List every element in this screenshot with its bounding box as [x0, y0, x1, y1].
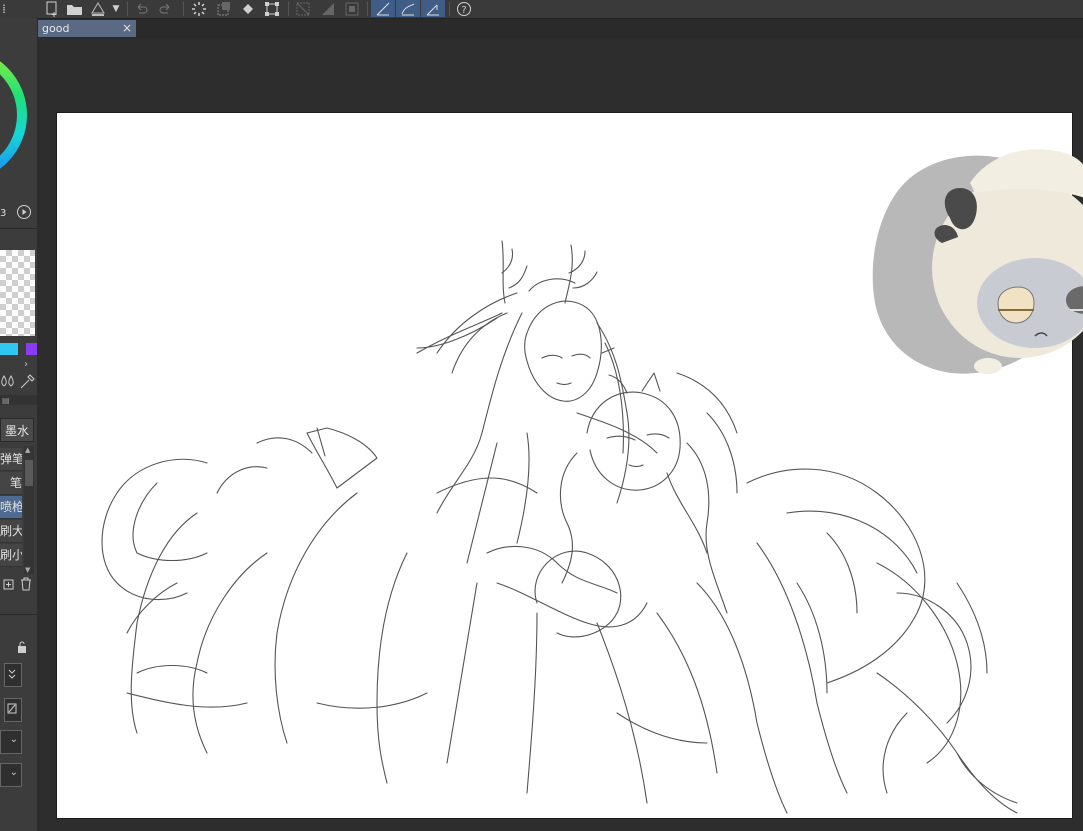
- document-tab-title: good: [42, 22, 70, 35]
- undo-icon[interactable]: [131, 0, 151, 17]
- brush-list-scrollbar[interactable]: ▲ ▼: [24, 446, 34, 574]
- new-file-icon[interactable]: [42, 0, 62, 17]
- water-drop-icon[interactable]: [0, 374, 18, 394]
- selection-mask-icon[interactable]: [341, 0, 363, 17]
- brush-item-selected[interactable]: 喷枪器: [0, 496, 22, 519]
- snap-ruler-icon[interactable]: [371, 0, 395, 17]
- chevron-down-icon: ⌄: [9, 734, 18, 745]
- document-tab[interactable]: good ×: [38, 20, 136, 37]
- scroll-up-icon[interactable]: ▲: [25, 446, 30, 454]
- brush-item[interactable]: 刷大: [0, 520, 22, 543]
- dropdown-arrow-icon[interactable]: ▼: [109, 0, 123, 17]
- redo-icon[interactable]: [156, 0, 176, 17]
- lock-icon[interactable]: [16, 639, 28, 658]
- sub-tool-group-label: 墨水: [4, 424, 29, 438]
- scroll-down-icon[interactable]: ▼: [25, 566, 30, 574]
- fill-icon[interactable]: [237, 0, 259, 17]
- snap-special-ruler-icon[interactable]: [396, 0, 420, 17]
- loading-icon[interactable]: [188, 0, 210, 17]
- chevron-down-icon: ⌄: [9, 767, 18, 778]
- color-value: 3: [0, 208, 7, 219]
- color-wheel[interactable]: [0, 40, 30, 190]
- trash-icon[interactable]: [18, 576, 34, 596]
- dropdown-select[interactable]: ⌄: [0, 730, 22, 754]
- transform-icon[interactable]: [261, 0, 283, 17]
- setting-toggle[interactable]: [4, 698, 22, 722]
- grip-handle-icon[interactable]: ⁞: [0, 0, 8, 17]
- sub-tool-group-tab[interactable]: 墨水: [0, 418, 34, 442]
- deselect-icon[interactable]: [292, 0, 314, 17]
- duplicate-brush-icon[interactable]: [0, 576, 16, 596]
- expand-toggle[interactable]: [4, 663, 22, 687]
- open-file-icon[interactable]: [64, 0, 86, 17]
- cyan-color-swatch[interactable]: [0, 343, 18, 355]
- snap-grid-icon[interactable]: [421, 0, 445, 17]
- left-side-panel: 3 › ▤ 墨水 弹笔 笔 喷枪器 刷大 刷小 ▲ ▼: [0, 18, 38, 831]
- svg-text:?: ?: [461, 5, 466, 16]
- brush-item[interactable]: 刷小: [0, 544, 22, 567]
- purple-color-swatch[interactable]: [26, 343, 37, 355]
- save-icon[interactable]: [88, 0, 108, 17]
- play-circle-icon[interactable]: [16, 204, 32, 224]
- desktop-pet-mascot[interactable]: [870, 138, 1083, 383]
- blend-select[interactable]: ⌄: [0, 763, 22, 787]
- clear-icon[interactable]: [213, 0, 235, 17]
- eyedropper-icon[interactable]: [19, 374, 35, 394]
- brush-item[interactable]: 弹笔: [0, 448, 22, 471]
- close-tab-icon[interactable]: ×: [122, 20, 132, 37]
- panel-menu-icon[interactable]: ▤: [2, 396, 10, 405]
- invert-selection-icon[interactable]: [317, 0, 339, 17]
- brush-item[interactable]: 笔: [0, 472, 22, 495]
- chevron-right-icon[interactable]: ›: [24, 359, 28, 370]
- document-tab-bar: good ×: [37, 19, 1083, 38]
- command-bar: ⁞ ▼ ?: [0, 0, 1083, 19]
- help-icon[interactable]: ?: [453, 0, 475, 17]
- scrollbar-thumb[interactable]: [25, 460, 33, 486]
- transparent-color-swatch[interactable]: [0, 250, 35, 336]
